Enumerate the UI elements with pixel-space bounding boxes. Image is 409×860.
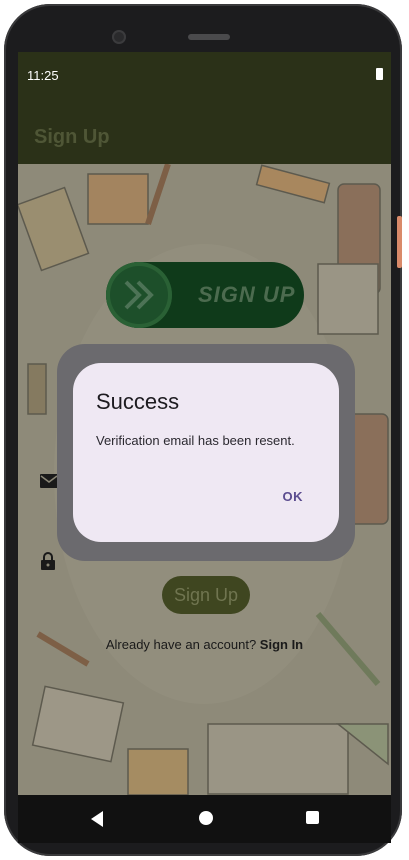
app-bar-title: Sign Up	[34, 126, 110, 148]
sign-up-logo: SIGN UP	[106, 262, 304, 328]
status-time: 11:25	[27, 68, 59, 83]
back-icon[interactable]	[91, 811, 103, 827]
sign-up-button[interactable]: Sign Up	[162, 576, 250, 614]
navigation-bar	[18, 795, 391, 843]
camera-icon	[112, 30, 126, 44]
dialog-title: Success	[96, 389, 180, 414]
chevron-double-icon	[106, 262, 172, 328]
account-prompt: Already have an account?	[105, 637, 257, 652]
side-button	[397, 216, 402, 268]
sign-in-row: Already have an account? Sign In	[18, 637, 391, 652]
recents-icon[interactable]	[306, 811, 319, 824]
home-icon[interactable]	[199, 811, 213, 825]
app-bar: Sign Up	[18, 96, 391, 164]
dialog-message: Verification email has been resent.	[96, 433, 295, 448]
battery-icon	[376, 68, 383, 80]
ok-button[interactable]: OK	[283, 489, 304, 504]
email-icon	[40, 474, 58, 488]
speaker-grille	[188, 34, 230, 40]
lock-icon	[40, 552, 56, 570]
status-bar: 11:25	[18, 52, 391, 96]
sign-in-link[interactable]: Sign In	[260, 637, 303, 652]
success-dialog: Success Verification email has been rese…	[73, 363, 339, 542]
logo-text: SIGN UP	[198, 282, 296, 307]
